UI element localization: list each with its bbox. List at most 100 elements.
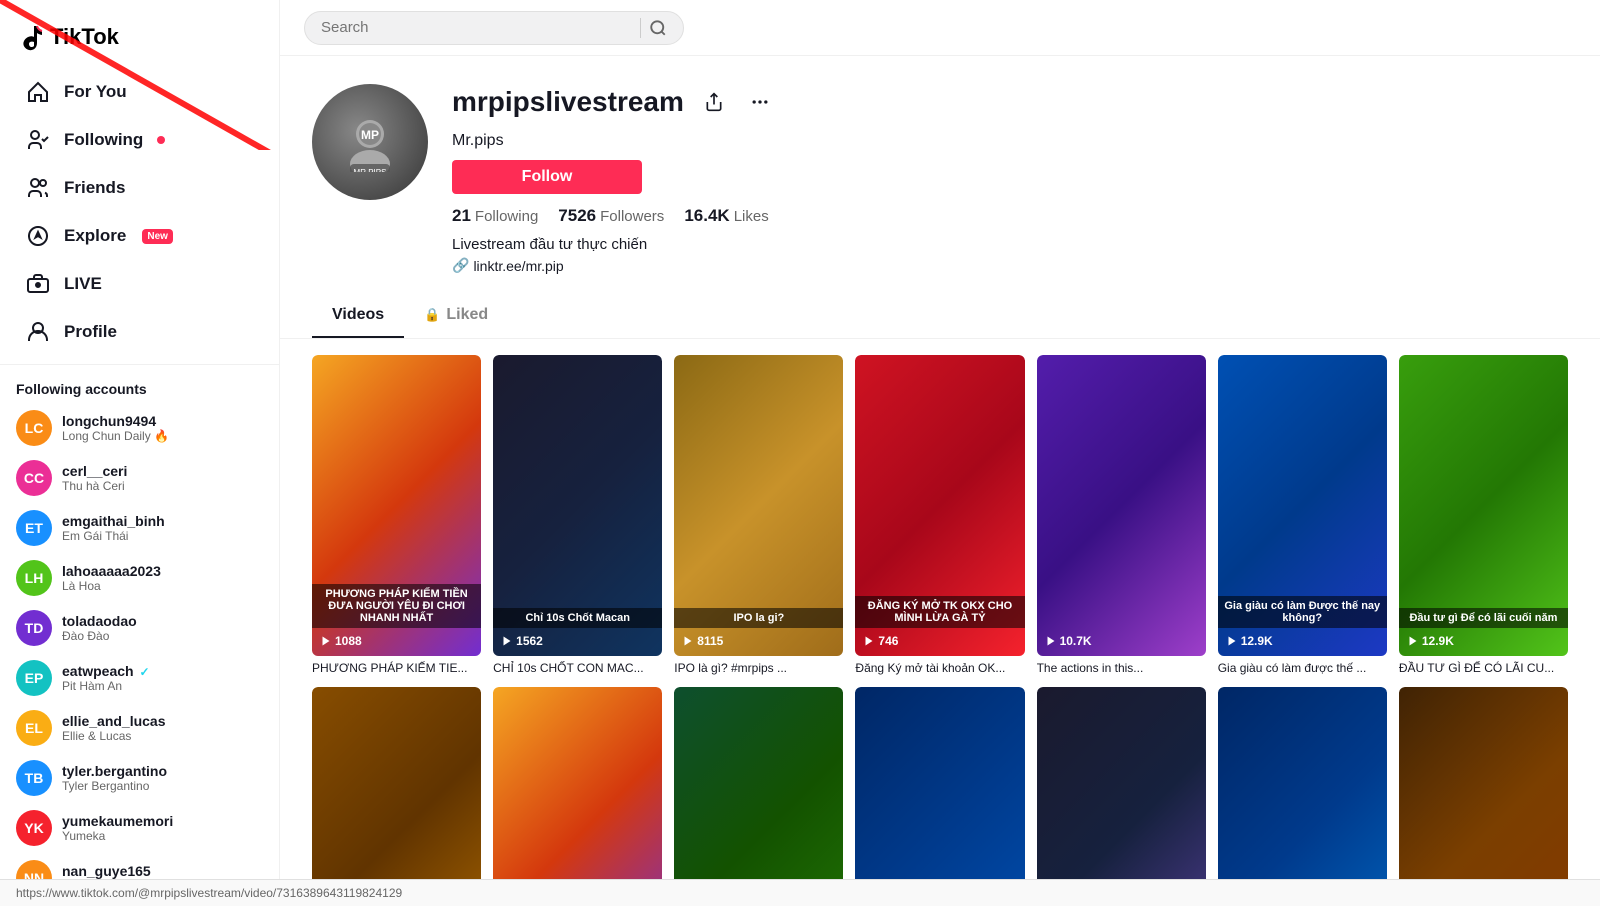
video-play-count: 12.9K	[1226, 634, 1273, 648]
video-card[interactable]: ĐỒNG HỒ PHÙ HỢP VỚI CÁC CHÚ BẢO VỆ 10.3K…	[1399, 687, 1568, 906]
profile-info: mrpipslivestream	[452, 84, 1568, 274]
video-card[interactable]: Gia giàu có làm Được thế nay không? 12.9…	[1218, 355, 1387, 675]
video-card[interactable]: Không biết ĐỦ Thì mới GIÀU được 6554 Khô…	[674, 687, 843, 906]
sidebar-item-friends[interactable]: Friends	[8, 164, 271, 212]
video-thumbnail: CHỐT LẠI 6 TỶ MUA RM7201 7047	[1218, 687, 1387, 906]
video-thumbnail: TẬP THỂ DỤC ĐỂ ĂN LẦN 9 NGƯỜI YÊU 6280	[1037, 687, 1206, 906]
sidebar-item-label: LIVE	[64, 274, 102, 294]
video-thumbnail: ĐĂNG KÝ MỞ TK OKX CHO MÌNH LỪA GÀ TỶ 746	[855, 355, 1024, 656]
video-thumbnail: DÍ SÀN SCAM VANTAGE 9611	[493, 687, 662, 906]
profile-bio: Livestream đầu tư thực chiến	[452, 236, 1568, 253]
avatar: LC	[16, 410, 52, 446]
following-notification-dot	[157, 136, 165, 144]
video-thumb-overlay: 12.9K	[1218, 355, 1387, 656]
avatar: TB	[16, 760, 52, 796]
search-button[interactable]	[649, 19, 667, 37]
video-thumb-overlay: 1562	[493, 355, 662, 656]
tab-videos-label: Videos	[332, 306, 384, 324]
video-thumb-overlay: 10.7K	[1037, 355, 1206, 656]
account-display-name: Là Hoa	[62, 579, 161, 593]
video-thumbnail: Không biết ĐỦ Thì mới GIÀU được 6554	[674, 687, 843, 906]
account-item[interactable]: ET emgaithai_binh Em Gái Thái	[0, 503, 279, 553]
sidebar-item-label: Friends	[64, 178, 125, 198]
video-card[interactable]: CHỐT LẠI 6 TỶ MUA RM7201 7047 CHỐT LẠI 6…	[1218, 687, 1387, 906]
avatar: ET	[16, 510, 52, 546]
logo-area[interactable]: TikTok	[0, 12, 279, 68]
account-item[interactable]: TB tyler.bergantino Tyler Bergantino	[0, 753, 279, 803]
account-display-name: Yumeka	[62, 829, 173, 843]
following-accounts-title: Following accounts	[0, 373, 279, 403]
account-item[interactable]: CC cerl__ceri Thu hà Ceri	[0, 453, 279, 503]
explore-icon	[24, 222, 52, 250]
account-username: longchun9494	[62, 413, 169, 429]
video-card[interactable]: ĐĂNG KÝ MỞ TK OKX CHO MÌNH LỪA GÀ TỶ 746…	[855, 355, 1024, 675]
video-thumb-overlay: 12.9K	[1399, 355, 1568, 656]
stats-row: 21 Following 7526 Followers 16.4K Likes	[452, 206, 1568, 226]
video-card[interactable]: Đầu tư gì Để có lãi cuối năm 12.9K ĐẦU T…	[1399, 355, 1568, 675]
video-card[interactable]: TẬP THỂ DỤC ĐỂ ĂN LẦN 9 NGƯỜI YÊU 6280 T…	[1037, 687, 1206, 906]
account-item[interactable]: TD toladaodao Đào Đào	[0, 603, 279, 653]
video-card[interactable]: Chỉ 10s Chốt Macan 1562 CHỈ 10s CHỐT CON…	[493, 355, 662, 675]
video-thumb-overlay: 6438	[855, 687, 1024, 906]
account-item[interactable]: LH lahoaaaaa2023 Là Hoa	[0, 553, 279, 603]
sidebar-item-explore[interactable]: Explore New	[8, 212, 271, 260]
avatar: CC	[16, 460, 52, 496]
video-thumb-overlay: 805	[312, 687, 481, 906]
lock-icon: 🔒	[424, 307, 440, 323]
profile-actions	[696, 84, 778, 120]
account-item[interactable]: EL ellie_and_lucas Ellie & Lucas	[0, 703, 279, 753]
tab-videos[interactable]: Videos	[312, 294, 404, 338]
svg-text:MP: MP	[361, 128, 379, 142]
video-thumbnail: Chỉ 10s Chốt Macan 1562	[493, 355, 662, 656]
video-card[interactable]: PHƯƠNG PHÁP KIẾM TIỀN ĐƯA NGƯỜI YÊU ĐI C…	[312, 355, 481, 675]
account-info: yumekaumemori Yumeka	[62, 813, 173, 843]
video-card[interactable]: Gõ thử đếm được Gõ thử không đếm được 64…	[855, 687, 1024, 906]
sidebar-item-profile[interactable]: Profile	[8, 308, 271, 356]
video-title: Gia giàu có làm được thế ...	[1218, 661, 1387, 675]
profile-section: MP MR.PIPS mrpipslivestream	[280, 56, 1600, 294]
account-username: lahoaaaaa2023	[62, 563, 161, 579]
video-thumb-overlay: 8115	[674, 355, 843, 656]
account-item[interactable]: EP eatwpeach ✓ Pit Hàm An	[0, 653, 279, 703]
likes-count: 16.4K	[684, 206, 729, 226]
video-thumb-overlay: 9611	[493, 687, 662, 906]
video-play-count: 746	[863, 634, 898, 648]
verified-icon: ✓	[139, 665, 149, 679]
video-thumb-overlay: 6554	[674, 687, 843, 906]
sidebar-item-for-you[interactable]: For You	[8, 68, 271, 116]
likes-label: Likes	[734, 208, 769, 225]
follow-button[interactable]: Follow	[452, 160, 642, 194]
account-info: cerl__ceri Thu hà Ceri	[62, 463, 127, 493]
video-thumbnail: IPO la gi? 8115	[674, 355, 843, 656]
search-input[interactable]	[321, 19, 632, 36]
sidebar-item-live[interactable]: LIVE	[8, 260, 271, 308]
video-card[interactable]: DÍ SÀN SCAM VANTAGE 9611 DÍ SÀN SCAM VAN…	[493, 687, 662, 906]
video-thumb-overlay: 10.3K	[1399, 687, 1568, 906]
account-info: toladaodao Đào Đào	[62, 613, 137, 643]
link-icon: 🔗	[452, 257, 469, 274]
tab-liked[interactable]: 🔒 Liked	[404, 294, 508, 338]
account-username: eatwpeach ✓	[62, 663, 150, 679]
account-info: longchun9494 Long Chun Daily 🔥	[62, 413, 169, 443]
video-play-count: 1562	[501, 634, 543, 648]
video-card[interactable]: IPO la gi? 8115 IPO là gì? #mrpips ...	[674, 355, 843, 675]
account-item[interactable]: YK yumekaumemori Yumeka	[0, 803, 279, 853]
sidebar-item-following[interactable]: Following	[8, 116, 271, 164]
sidebar-item-label: Profile	[64, 322, 117, 342]
followers-label: Followers	[600, 208, 664, 225]
video-thumb-overlay: 6280	[1037, 687, 1206, 906]
share-button[interactable]	[696, 84, 732, 120]
stat-following: 21 Following	[452, 206, 538, 226]
more-options-button[interactable]	[742, 84, 778, 120]
account-username: nan_guye165	[62, 863, 151, 879]
profile-link[interactable]: 🔗 linktr.ee/mr.pip	[452, 257, 1568, 274]
avatar: TD	[16, 610, 52, 646]
followers-count: 7526	[558, 206, 596, 226]
account-username: toladaodao	[62, 613, 137, 629]
video-card[interactable]: TATA DỜI LỊCH IPO CƠ HỘI ĐẦU TƯ LỚN NHẤT…	[312, 687, 481, 906]
search-divider	[640, 18, 641, 38]
account-item[interactable]: LC longchun9494 Long Chun Daily 🔥	[0, 403, 279, 453]
video-card[interactable]: 10.7K The actions in this...	[1037, 355, 1206, 675]
video-play-count: 8115	[682, 634, 723, 648]
main-content: MP MR.PIPS mrpipslivestream	[280, 0, 1600, 906]
